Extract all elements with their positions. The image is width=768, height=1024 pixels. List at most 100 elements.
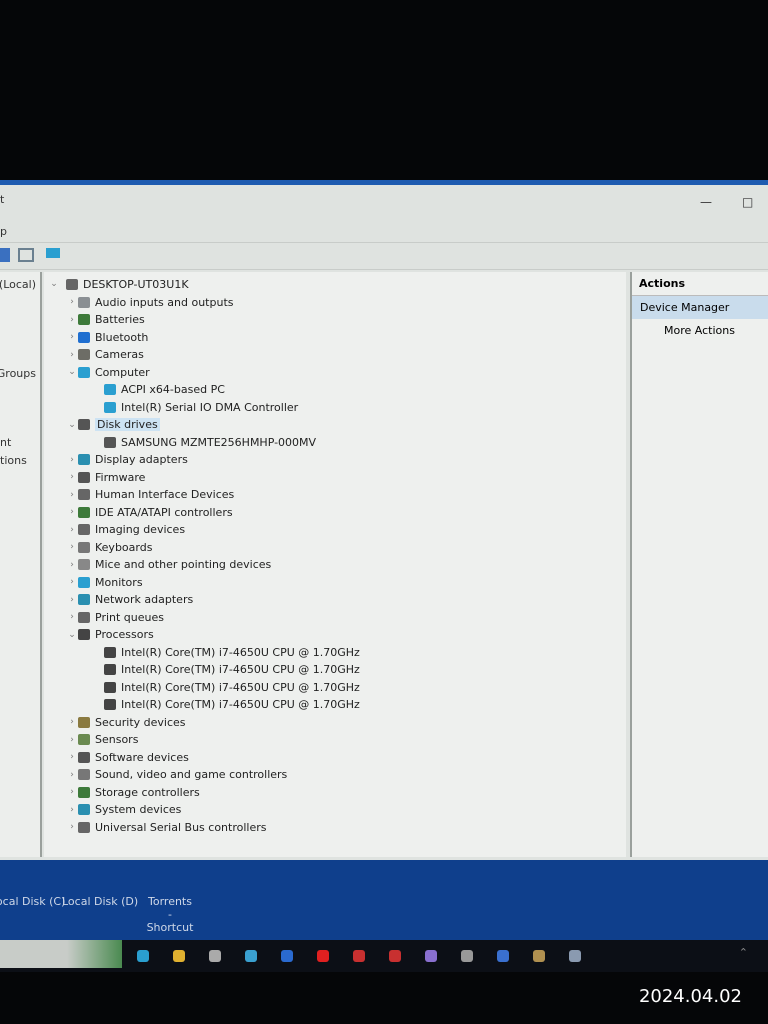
scan-hardware-icon[interactable] bbox=[46, 248, 60, 258]
facebook-icon[interactable] bbox=[281, 950, 293, 962]
tree-item[interactable]: › Universal Serial Bus controllers bbox=[66, 819, 266, 835]
chevron-right-icon[interactable]: › bbox=[66, 350, 78, 360]
minimize-icon[interactable]: — bbox=[700, 195, 712, 209]
chevron-right-icon[interactable]: › bbox=[66, 735, 78, 745]
security-icon bbox=[78, 716, 90, 728]
app-coin-icon[interactable] bbox=[533, 950, 545, 962]
tree-item[interactable]: › Display adapters bbox=[66, 452, 188, 468]
tree-item[interactable]: › Cameras bbox=[66, 347, 144, 363]
chevron-right-icon[interactable]: › bbox=[66, 770, 78, 780]
tree-item[interactable]: › Software devices bbox=[66, 749, 189, 765]
action-device-manager[interactable]: Device Manager bbox=[632, 296, 768, 319]
tree-item[interactable]: Intel(R) Core(TM) i7-4650U CPU @ 1.70GHz bbox=[92, 662, 360, 678]
chevron-right-icon[interactable]: › bbox=[66, 805, 78, 815]
more-actions-link[interactable]: More Actions bbox=[632, 319, 768, 342]
chevron-right-icon[interactable]: › bbox=[66, 595, 78, 605]
youtube-icon[interactable] bbox=[317, 950, 329, 962]
desktop-icon-local-disk-d[interactable]: Local Disk (D) bbox=[62, 895, 138, 908]
tree-item-label: Monitors bbox=[95, 575, 143, 589]
left-item[interactable]: (Local) bbox=[0, 278, 36, 291]
help-icon[interactable] bbox=[0, 248, 10, 262]
desktop-icon-torrents[interactable]: Torrents - Shortcut bbox=[145, 895, 195, 934]
chevron-right-icon[interactable]: › bbox=[66, 315, 78, 325]
chevron-down-icon[interactable]: ⌄ bbox=[48, 279, 60, 289]
tree-item[interactable]: SAMSUNG MZMTE256HMHP-000MV bbox=[92, 434, 316, 450]
tree-item[interactable]: › Sound, video and game controllers bbox=[66, 767, 287, 783]
maximize-icon[interactable]: □ bbox=[742, 195, 753, 209]
left-item[interactable]: tions bbox=[0, 454, 36, 467]
display-icon bbox=[78, 454, 90, 465]
tree-item[interactable]: Intel(R) Core(TM) i7-4650U CPU @ 1.70GHz bbox=[92, 697, 360, 713]
tree-item[interactable]: › Mice and other pointing devices bbox=[66, 557, 271, 573]
chevron-down-icon[interactable]: ⌄ bbox=[66, 420, 78, 430]
chevron-right-icon[interactable]: › bbox=[66, 507, 78, 517]
disk-icon bbox=[104, 436, 116, 448]
app-v-icon[interactable] bbox=[497, 950, 509, 962]
chevron-right-icon[interactable]: › bbox=[66, 542, 78, 552]
chevron-right-icon[interactable]: › bbox=[66, 525, 78, 535]
tree-item-label: Computer bbox=[95, 365, 150, 379]
chevron-right-icon[interactable]: › bbox=[66, 560, 78, 570]
tree-item[interactable]: › System devices bbox=[66, 802, 181, 818]
chevron-right-icon[interactable]: › bbox=[66, 455, 78, 465]
tree-item[interactable]: ACPI x64-based PC bbox=[92, 382, 225, 398]
chevron-right-icon[interactable]: › bbox=[66, 297, 78, 307]
tree-item[interactable]: › Audio inputs and outputs bbox=[66, 294, 233, 310]
tree-item[interactable]: › Batteries bbox=[66, 312, 145, 328]
properties-icon[interactable] bbox=[18, 248, 34, 262]
tree-item[interactable]: Intel(R) Core(TM) i7-4650U CPU @ 1.70GHz bbox=[92, 644, 360, 660]
tree-item[interactable]: › Imaging devices bbox=[66, 522, 185, 538]
chevron-right-icon[interactable]: › bbox=[66, 752, 78, 762]
store-icon[interactable] bbox=[209, 950, 221, 962]
chevron-right-icon[interactable]: › bbox=[66, 577, 78, 587]
left-item[interactable]: nt bbox=[0, 436, 36, 449]
tree-item-label: Network adapters bbox=[95, 593, 194, 606]
chevron-right-icon[interactable]: › bbox=[66, 332, 78, 342]
app-s2-icon[interactable] bbox=[389, 950, 401, 962]
chevron-down-icon[interactable]: ⌄ bbox=[66, 630, 78, 640]
tree-item[interactable]: › Print queues bbox=[66, 609, 164, 625]
search-box[interactable] bbox=[0, 940, 122, 968]
we-icon[interactable] bbox=[461, 950, 473, 962]
tree-item-label: Human Interface Devices bbox=[95, 488, 235, 501]
tree-item[interactable]: › Sensors bbox=[66, 732, 138, 748]
chevron-down-icon[interactable]: ⌄ bbox=[66, 367, 78, 377]
tree-item[interactable]: › Keyboards bbox=[66, 539, 152, 555]
tree-item-label: Intel(R) Core(TM) i7-4650U CPU @ 1.70GHz bbox=[121, 680, 360, 694]
chevron-right-icon[interactable]: › bbox=[66, 490, 78, 500]
tree-item[interactable]: ⌄ Computer bbox=[66, 364, 150, 380]
chevron-right-icon[interactable]: › bbox=[66, 612, 78, 622]
tree-item[interactable]: ⌄ Processors bbox=[66, 627, 154, 643]
tree-item[interactable]: Intel(R) Serial IO DMA Controller bbox=[92, 399, 298, 415]
chevron-right-icon[interactable]: › bbox=[66, 472, 78, 482]
chevron-right-icon[interactable]: › bbox=[66, 787, 78, 797]
chevron-right-icon[interactable]: › bbox=[66, 717, 78, 727]
tree-item-label: Bluetooth bbox=[95, 330, 149, 344]
desktop-icon-local-disk-c[interactable]: Local Disk (C) bbox=[0, 895, 65, 908]
controller-icon bbox=[78, 506, 90, 518]
tree-item[interactable]: › Human Interface Devices bbox=[66, 487, 234, 503]
tree-item[interactable]: › Storage controllers bbox=[66, 784, 200, 800]
tree-item[interactable]: Intel(R) Core(TM) i7-4650U CPU @ 1.70GHz bbox=[92, 679, 360, 695]
file-explorer-icon[interactable] bbox=[173, 950, 185, 962]
tree-root[interactable]: ⌄ DESKTOP-UT03U1K bbox=[48, 276, 188, 292]
tree-item-label: Sound, video and game controllers bbox=[95, 768, 288, 781]
mail-icon[interactable] bbox=[245, 950, 257, 962]
monitor-icon bbox=[104, 401, 116, 413]
mouse-icon bbox=[78, 559, 90, 570]
tree-item[interactable]: › Bluetooth bbox=[66, 329, 148, 345]
device-manager-icon[interactable] bbox=[569, 950, 581, 962]
chevron-right-icon[interactable]: › bbox=[66, 822, 78, 832]
menu-help[interactable]: p bbox=[0, 225, 7, 238]
tree-item[interactable]: › Security devices bbox=[66, 714, 185, 730]
edge-icon[interactable] bbox=[137, 950, 149, 962]
tree-item[interactable]: › Network adapters bbox=[66, 592, 193, 608]
app-s-icon[interactable] bbox=[353, 950, 365, 962]
tree-item[interactable]: ⌄ Disk drives bbox=[66, 417, 160, 433]
chevron-up-icon[interactable]: ⌃ bbox=[739, 946, 748, 959]
tree-item[interactable]: › Monitors bbox=[66, 574, 143, 590]
left-item[interactable]: Groups bbox=[0, 367, 36, 380]
tree-item[interactable]: › IDE ATA/ATAPI controllers bbox=[66, 504, 232, 520]
tree-item[interactable]: › Firmware bbox=[66, 469, 145, 485]
app-circle-icon[interactable] bbox=[425, 950, 437, 962]
